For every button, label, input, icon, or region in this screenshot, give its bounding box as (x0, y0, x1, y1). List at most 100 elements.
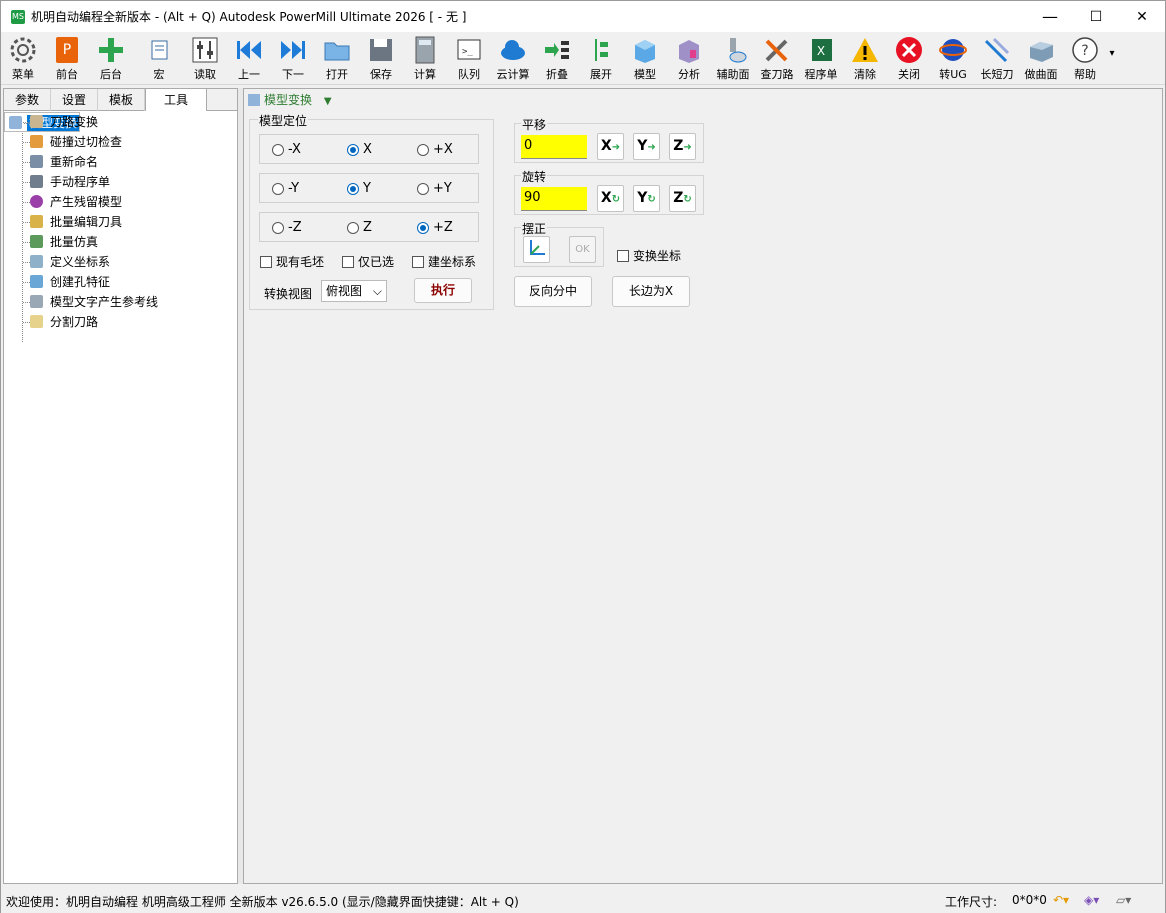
minimize-button[interactable]: — (1027, 1, 1073, 32)
rotate-input[interactable]: 90 (521, 187, 587, 211)
radio-minus-x[interactable]: -X (272, 142, 301, 157)
cloud-compute-button[interactable]: 云计算 (491, 35, 535, 83)
translate-z-button[interactable]: Z➜ (669, 133, 696, 160)
app-logo-icon: MS (11, 9, 25, 24)
cloud-icon (501, 40, 525, 60)
surface-block-icon (1030, 42, 1053, 62)
queue-button[interactable]: >_ 队列 (447, 35, 491, 83)
model-button[interactable]: 模型 (623, 35, 667, 83)
y-radio-row: -Y Y +Y (259, 173, 479, 203)
long-side-x-button[interactable]: 长边为X (612, 276, 690, 307)
align-ok-button[interactable]: OK (569, 236, 596, 263)
radio-plus-x[interactable]: +X (417, 142, 453, 157)
skip-back-icon (237, 41, 261, 59)
reverse-center-button[interactable]: 反向分中 (514, 276, 592, 307)
panel-header[interactable]: 模型变换 ▼ (248, 91, 332, 108)
plus-icon (99, 38, 123, 62)
analysis-icon (679, 40, 699, 63)
tab-settings[interactable]: 设置 (51, 89, 99, 111)
save-button[interactable]: 保存 (359, 35, 403, 83)
translate-input[interactable]: 0 (521, 135, 587, 159)
tree-item-batch-simulation[interactable]: 批量仿真 (4, 232, 237, 252)
tree-item-toolpath-transform[interactable]: 刀路变换 (4, 112, 237, 132)
auxiliary-surface-icon (729, 38, 747, 63)
gear-icon (10, 37, 36, 63)
macro-button[interactable]: 宏 (137, 35, 181, 83)
tree-item-manual-program-sheet[interactable]: 手动程序单 (4, 172, 237, 192)
tree-item-create-hole-feature[interactable]: 创建孔特征 (4, 272, 237, 292)
create-coordinate-checkbox[interactable]: 建坐标系 (412, 253, 476, 270)
svg-text:>_: >_ (462, 47, 473, 57)
model-transform-icon (248, 94, 260, 106)
chevron-down-icon[interactable]: ▼ (324, 96, 332, 107)
radio-plus-y[interactable]: +Y (417, 181, 452, 196)
program-sheet-button[interactable]: X 程序单 (799, 35, 843, 83)
read-button[interactable]: 读取 (183, 35, 227, 83)
tree-item-rename[interactable]: 重新命名 (4, 152, 237, 172)
maximize-button[interactable]: ☐ (1073, 1, 1119, 32)
tree-item-rest-model[interactable]: 产生残留模型 (4, 192, 237, 212)
make-surface-button[interactable]: 做曲面 (1019, 35, 1063, 83)
to-ug-button[interactable]: 转UG (931, 35, 975, 83)
tree-item-model-text-reference[interactable]: 模型文字产生参考线 (4, 292, 237, 312)
tree-item-batch-edit-tools[interactable]: 批量编辑刀具 (4, 212, 237, 232)
z-radio-row: -Z Z +Z (259, 212, 479, 242)
analysis-button[interactable]: 分析 (667, 35, 711, 83)
svg-text:X: X (817, 44, 825, 58)
powermill-icon: P (56, 37, 78, 63)
expand-button[interactable]: 展开 (579, 35, 623, 83)
rename-icon (30, 155, 43, 168)
previous-button[interactable]: 上一 (227, 35, 271, 83)
next-button[interactable]: 下一 (271, 35, 315, 83)
rotate-y-button[interactable]: Y↻ (633, 185, 660, 212)
existing-blank-checkbox[interactable]: 现有毛坯 (260, 253, 324, 270)
tree-item-define-coordinate[interactable]: 定义坐标系 (4, 252, 237, 272)
tree-item-split-toolpath[interactable]: 分割刀路 (4, 312, 237, 332)
batch-edit-tools-icon (30, 215, 43, 228)
clear-button[interactable]: 清除 (843, 35, 887, 83)
check-toolpath-button[interactable]: 查刀路 (755, 35, 799, 83)
undo-icon[interactable]: ↶▾ (1053, 893, 1069, 907)
translate-x-button[interactable]: X➜ (597, 133, 624, 160)
collapse-button[interactable]: 折叠 (535, 35, 579, 83)
close-all-button[interactable]: 关闭 (887, 35, 931, 83)
folder-icon[interactable]: ▱▾ (1116, 893, 1131, 907)
transform-coordinate-checkbox[interactable]: 变换坐标 (617, 247, 681, 264)
tab-templates[interactable]: 模板 (98, 89, 146, 111)
translate-title: 平移 (521, 116, 548, 133)
tools-tree: 模型变换 刀路变换 碰撞过切检查 重新命名 手动程序单 产生残留模型 批量编辑刀… (4, 112, 237, 342)
tab-parameters[interactable]: 参数 (4, 89, 52, 111)
radio-minus-z[interactable]: -Z (272, 220, 302, 235)
help-button[interactable]: ? 帮助 (1063, 35, 1107, 83)
foreground-button[interactable]: P 前台 (45, 35, 89, 83)
align-title: 摆正 (521, 220, 548, 237)
calculator-icon (415, 36, 435, 64)
radio-x[interactable]: X (347, 142, 372, 157)
open-button[interactable]: 打开 (315, 35, 359, 83)
selected-only-checkbox[interactable]: 仅已选 (342, 253, 394, 270)
long-short-tool-button[interactable]: 长短刀 (975, 35, 1019, 83)
align-group: 摆正 OK (514, 220, 604, 267)
macro-icon (151, 40, 168, 60)
radio-y[interactable]: Y (347, 181, 371, 196)
auxiliary-surface-button[interactable]: 辅助面 (711, 35, 755, 83)
rotate-x-button[interactable]: X↻ (597, 185, 624, 212)
tree-item-collision-check[interactable]: 碰撞过切检查 (4, 132, 237, 152)
background-button[interactable]: 后台 (89, 35, 133, 83)
model-position-group: 模型定位 -X X +X -Y Y +Y -Z Z +Z 现有毛坯 仅已选 建坐… (249, 112, 494, 310)
radio-z[interactable]: Z (347, 220, 372, 235)
tools-icon (765, 39, 788, 62)
tab-tools[interactable]: 工具 (145, 88, 208, 111)
align-pick-button[interactable] (523, 236, 550, 263)
radio-minus-y[interactable]: -Y (272, 181, 299, 196)
translate-y-button[interactable]: Y➜ (633, 133, 660, 160)
radio-plus-z[interactable]: +Z (417, 220, 453, 235)
tool-icon[interactable]: ◈▾ (1084, 893, 1099, 907)
execute-button[interactable]: 执行 (414, 278, 472, 303)
rotate-z-button[interactable]: Z↻ (669, 185, 696, 212)
view-select[interactable]: 俯视图 ⌵ (321, 280, 387, 302)
calculate-button[interactable]: 计算 (403, 35, 447, 83)
close-button[interactable]: ✕ (1119, 1, 1165, 32)
svg-text:P: P (63, 42, 71, 58)
menu-button[interactable]: 菜单 (1, 35, 45, 83)
